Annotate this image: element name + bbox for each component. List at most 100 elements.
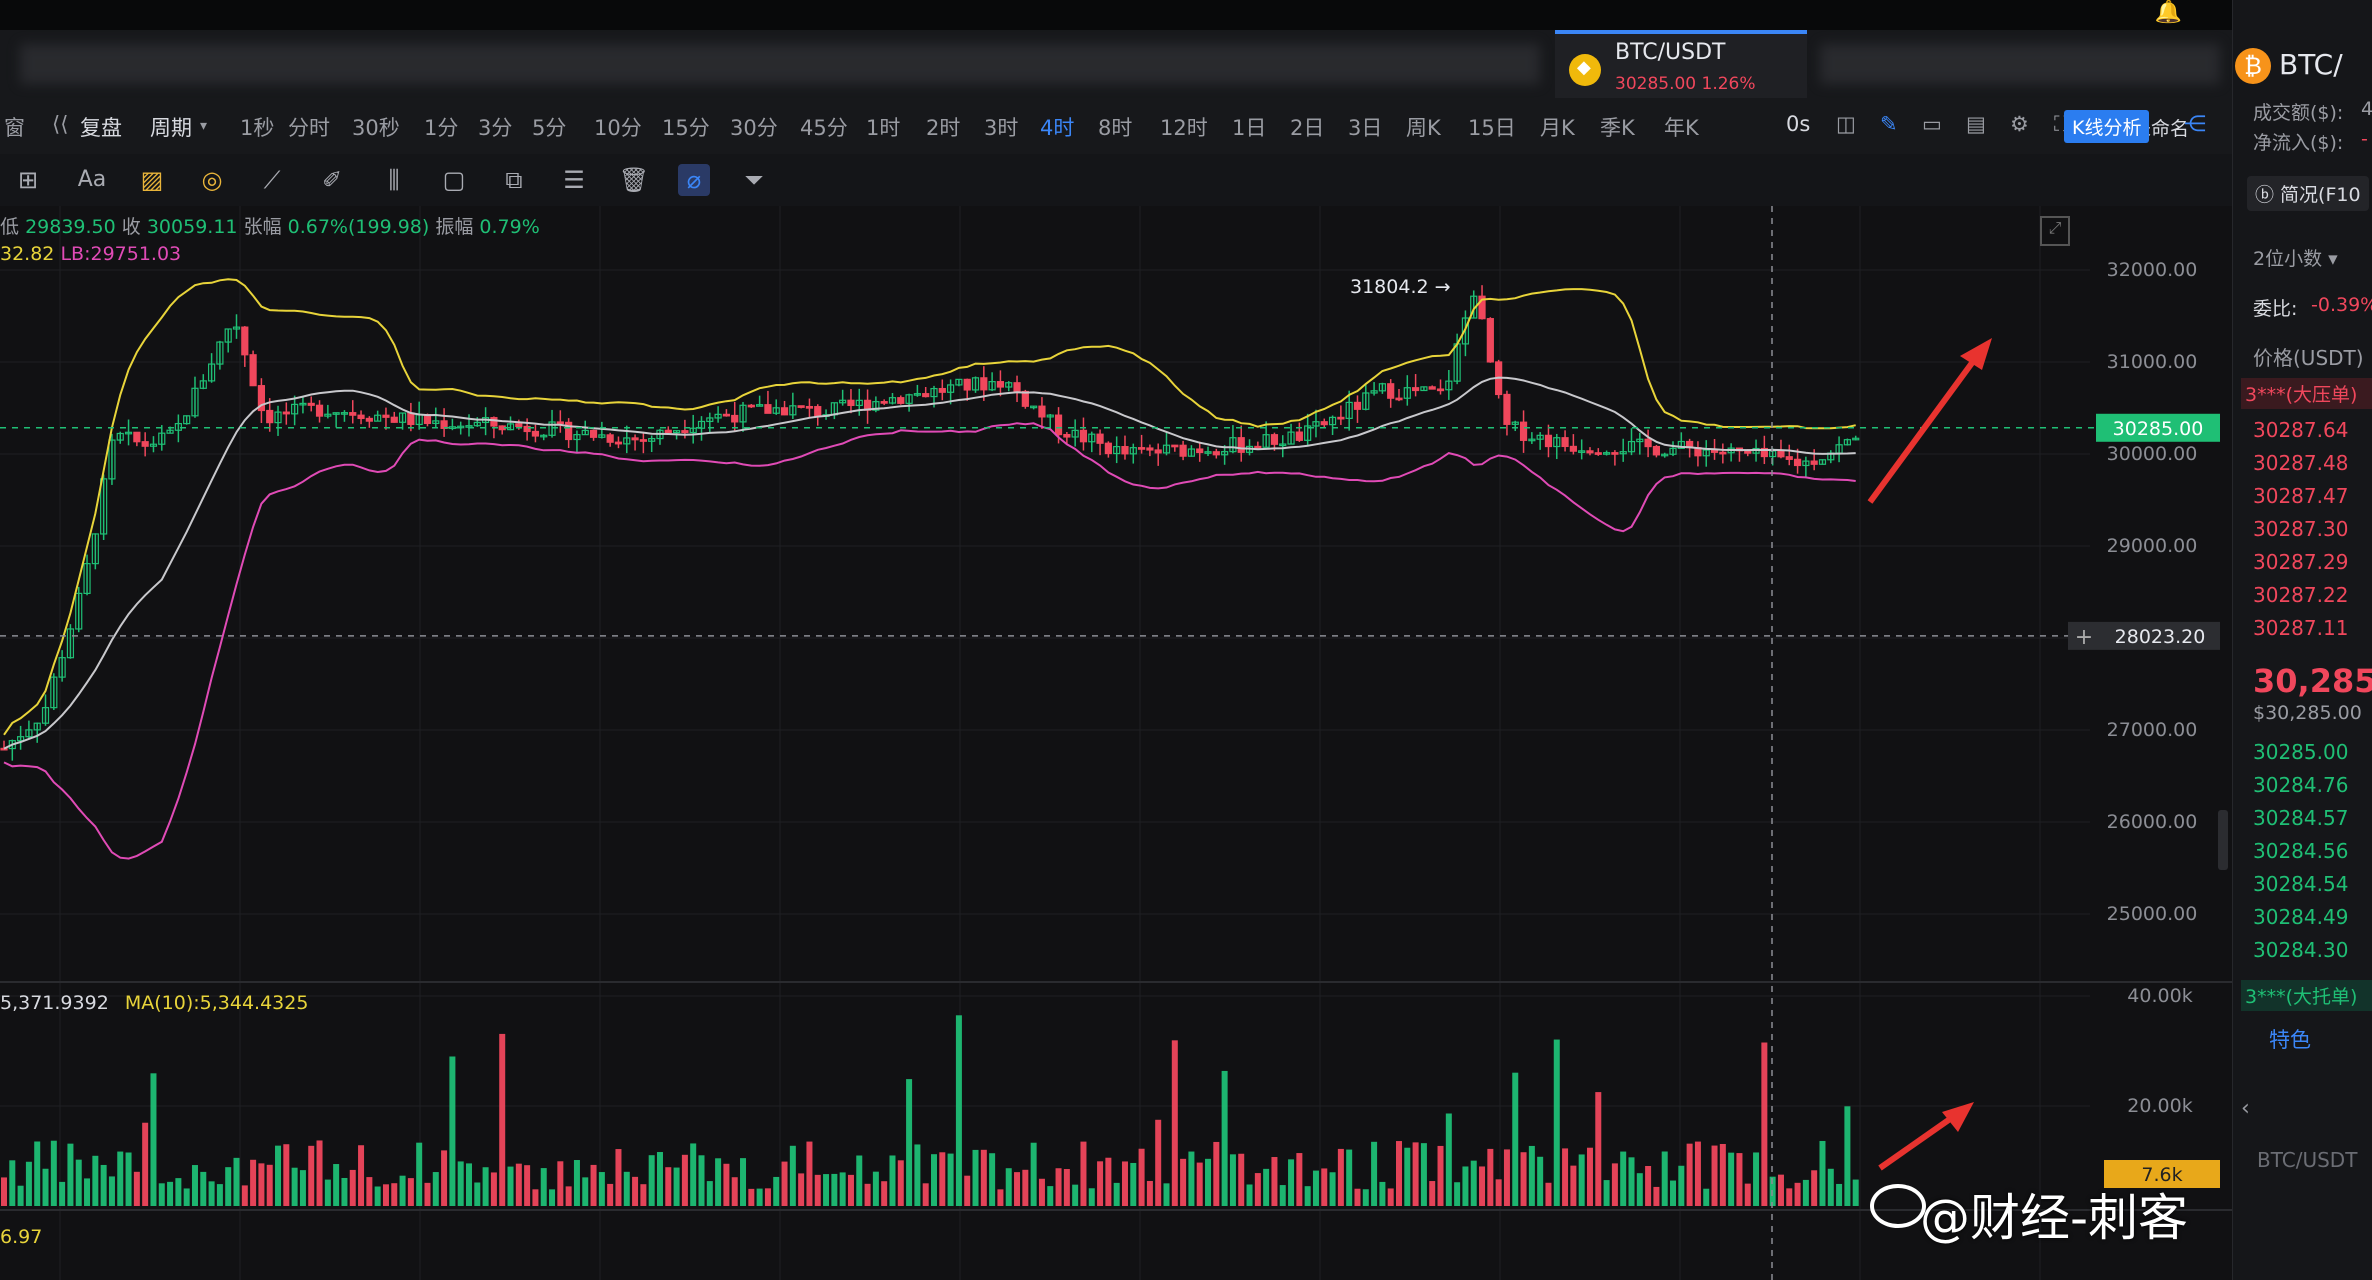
interval-week[interactable]: 周K — [1406, 112, 1441, 142]
volume-bar — [208, 1181, 215, 1206]
chart-area[interactable]: 32000.0031000.0030000.0029000.0028000.00… — [0, 206, 2232, 1280]
volume-bar — [690, 1143, 697, 1206]
volume-bar — [50, 1140, 57, 1206]
interval-15m[interactable]: 15分 — [662, 112, 710, 142]
magnet-icon[interactable]: ⌀ — [678, 164, 710, 196]
edit-list-icon[interactable]: ☰ — [558, 164, 590, 196]
interval-4h[interactable]: 4时 — [1040, 112, 1074, 142]
interval-1s[interactable]: 1秒 — [240, 112, 274, 142]
k-line-analysis-button[interactable]: K线分析 — [2064, 110, 2150, 143]
volume-bar — [225, 1167, 232, 1206]
tab-features[interactable]: 特色 — [2269, 1024, 2311, 1054]
share-icon[interactable]: ⋲ — [2184, 112, 2206, 137]
candle-body — [1503, 393, 1511, 425]
ruler-icon[interactable]: ⟋ — [256, 164, 288, 196]
fib-circle-icon[interactable]: ◎ — [196, 164, 228, 196]
bid-price[interactable]: 30284.30 — [2253, 938, 2348, 962]
ask-price[interactable]: 30287.11 — [2253, 616, 2348, 640]
decimals-select[interactable]: 2位小数 ▾ — [2253, 244, 2338, 271]
interval-45m[interactable]: 45分 — [800, 112, 848, 142]
interval-3m[interactable]: 3分 — [478, 112, 512, 142]
save-icon[interactable]: ▤ — [1966, 112, 1986, 136]
fib-icon[interactable]: ▨ — [136, 164, 168, 196]
volume-bar — [1462, 1166, 1469, 1206]
volume-bar — [1503, 1149, 1510, 1206]
ask-price[interactable]: 30287.22 — [2253, 583, 2348, 607]
interval-2h[interactable]: 2时 — [926, 112, 960, 142]
ask-price[interactable]: 30287.48 — [2253, 451, 2348, 475]
brush-icon[interactable]: ✐ — [316, 164, 348, 196]
add-indicator-icon[interactable]: ⊞ — [12, 164, 44, 196]
volume-bar — [1645, 1165, 1652, 1206]
volume-bar — [449, 1056, 456, 1206]
bid-price[interactable]: 30284.56 — [2253, 839, 2348, 863]
panel-collapse-handle[interactable] — [2218, 810, 2228, 870]
trash-icon[interactable]: 🗑 — [618, 164, 650, 196]
maximize-icon[interactable]: ⤢ — [2040, 216, 2070, 246]
volume-bar — [142, 1122, 149, 1206]
overview-button[interactable]: ⓑ 简况(F10 — [2247, 176, 2369, 211]
interval-12h[interactable]: 12时 — [1160, 112, 1208, 142]
period-dropdown[interactable]: 周期 — [150, 112, 192, 142]
ask-price[interactable]: 30287.29 — [2253, 550, 2348, 574]
camera-icon[interactable]: ◫ — [1836, 112, 1856, 136]
interval-1m[interactable]: 1分 — [424, 112, 458, 142]
candle-body — [1121, 446, 1129, 455]
interval-10m[interactable]: 10分 — [594, 112, 642, 142]
interval-8h[interactable]: 8时 — [1098, 112, 1132, 142]
volume-bar — [1379, 1181, 1386, 1206]
interval-timeshare[interactable]: 分时 — [288, 112, 330, 142]
window-button[interactable]: 窗 — [4, 112, 25, 142]
bid-price[interactable]: 30284.54 — [2253, 872, 2348, 896]
volume-bar — [299, 1170, 306, 1206]
interval-1h[interactable]: 1时 — [866, 112, 900, 142]
volume-bar — [9, 1160, 16, 1206]
pencil-icon[interactable]: ✎ — [1880, 112, 1898, 136]
candle-body — [963, 378, 971, 391]
notification-icon[interactable]: 🔔 — [2155, 0, 2182, 25]
boll-info: 32.82 LB:29751.03 — [0, 243, 181, 265]
candle-body — [1079, 429, 1088, 443]
bid-price[interactable]: 30284.76 — [2253, 773, 2348, 797]
text-tool-icon[interactable]: Aa — [76, 164, 108, 196]
ask-price[interactable]: 30287.64 — [2253, 418, 2348, 442]
candle-tool-icon[interactable]: ⫼ — [378, 164, 410, 196]
bid-price[interactable]: 30284.49 — [2253, 905, 2348, 929]
settings-icon[interactable]: ⚙ — [2010, 112, 2029, 136]
interval-season[interactable]: 季K — [1600, 112, 1635, 142]
interval-year[interactable]: 年K — [1664, 112, 1699, 142]
vol-ma10-value: 5,344.4325 — [199, 992, 309, 1014]
volume-bar — [565, 1186, 572, 1206]
tab-btc-usdt[interactable]: BTC/USDT 30285.00 1.26% — [1555, 30, 1807, 98]
volume-bar — [1777, 1174, 1784, 1206]
interval-2d[interactable]: 2日 — [1290, 112, 1324, 142]
interval-3d[interactable]: 3日 — [1348, 112, 1382, 142]
ask-price[interactable]: 30287.47 — [2253, 484, 2348, 508]
netflow-value: - — [2361, 128, 2368, 150]
interval-30s[interactable]: 30秒 — [352, 112, 400, 142]
window-icon[interactable]: ▭ — [1922, 112, 1942, 136]
bid-price[interactable]: 30285.00 — [2253, 740, 2348, 764]
lock-icon[interactable]: ▢ — [438, 164, 470, 196]
candlestick-chart[interactable]: 32000.0031000.0030000.0029000.0028000.00… — [0, 206, 2232, 1280]
replay-icon[interactable]: ⟨⟨ — [52, 112, 68, 136]
interval-15d[interactable]: 15日 — [1468, 112, 1516, 142]
candle-body — [722, 413, 731, 417]
volume-bar — [441, 1150, 448, 1206]
candle-body — [1586, 450, 1594, 454]
blurred-tabs — [20, 44, 1540, 84]
interval-month[interactable]: 月K — [1540, 112, 1575, 142]
bid-price[interactable]: 30284.57 — [2253, 806, 2348, 830]
copy-icon[interactable]: ⧉ — [498, 164, 530, 196]
interval-1d[interactable]: 1日 — [1232, 112, 1266, 142]
interval-3h[interactable]: 3时 — [984, 112, 1018, 142]
replay-button[interactable]: 复盘 — [80, 112, 122, 142]
candle-body — [639, 439, 647, 442]
ask-price[interactable]: 30287.30 — [2253, 517, 2348, 541]
interval-5m[interactable]: 5分 — [532, 112, 566, 142]
volume-bar — [922, 1183, 929, 1206]
chevron-left-icon[interactable]: ‹ — [2241, 1096, 2250, 1121]
volume-bar — [955, 1015, 962, 1206]
filter-icon[interactable]: ⏷ — [738, 164, 770, 196]
interval-30m[interactable]: 30分 — [730, 112, 778, 142]
